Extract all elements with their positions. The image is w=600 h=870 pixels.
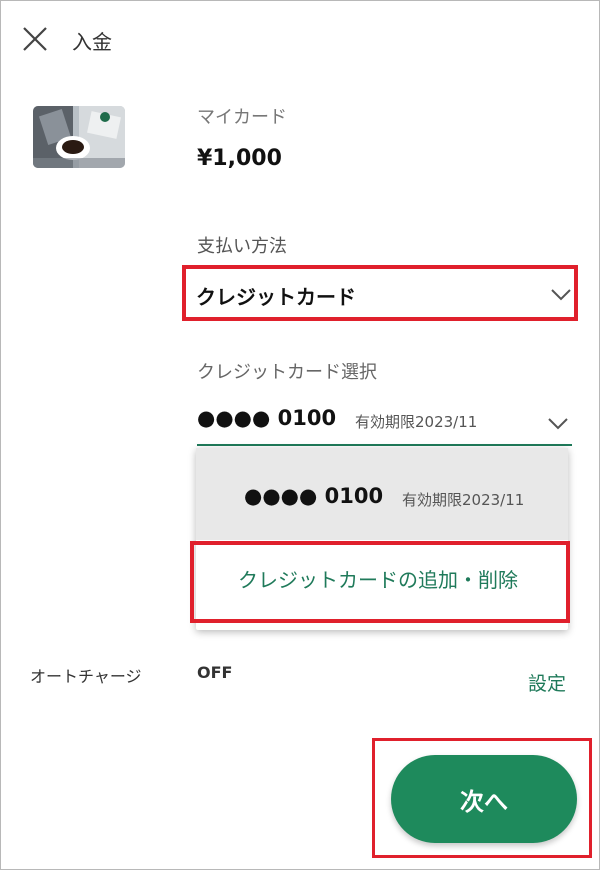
selected-card-expiry: 有効期限2023/11 <box>355 413 478 431</box>
credit-card-select[interactable]: ●●●● 0100 有効期限2023/11 <box>197 400 572 446</box>
credit-card-select-label: クレジットカード選択 <box>197 362 377 383</box>
payment-method-label: 支払い方法 <box>197 236 287 257</box>
card-image <box>33 106 125 168</box>
card-balance: ¥1,000 <box>197 146 282 171</box>
highlight-frame <box>182 265 578 321</box>
dropdown-option-card[interactable]: ●●●● 0100 有効期限2023/11 <box>196 448 568 540</box>
highlight-frame <box>372 738 592 858</box>
auto-charge-status: OFF <box>197 663 233 682</box>
highlight-frame <box>190 541 570 623</box>
card-label: マイカード <box>197 107 287 128</box>
option-card-expiry: 有効期限2023/11 <box>402 491 525 509</box>
chevron-down-icon <box>547 416 569 430</box>
close-icon[interactable] <box>20 24 50 54</box>
auto-charge-settings-link[interactable]: 設定 <box>528 669 566 696</box>
selected-card-number: ●●●● 0100 <box>197 406 337 430</box>
option-card-number: ●●●● 0100 <box>244 484 384 508</box>
page-title: 入金 <box>72 30 112 54</box>
auto-charge-label: オートチャージ <box>30 667 142 686</box>
